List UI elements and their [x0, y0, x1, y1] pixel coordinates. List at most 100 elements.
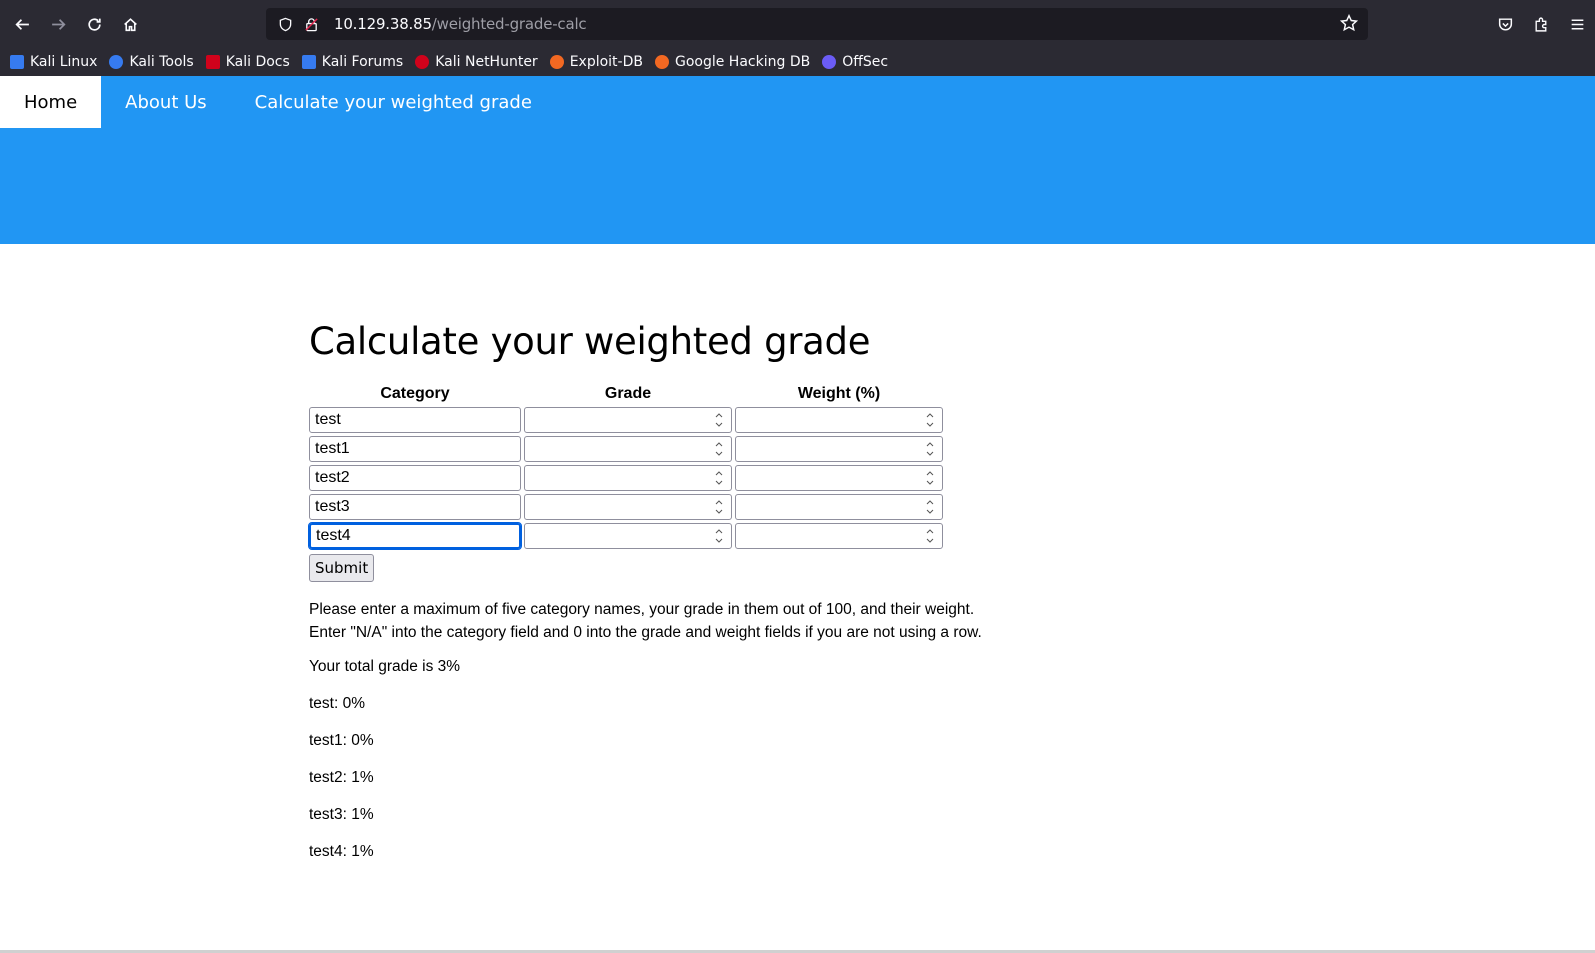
ghdb-icon [654, 55, 669, 69]
nav-about-us[interactable]: About Us [101, 76, 231, 128]
spinner-icon[interactable] [715, 499, 723, 515]
category-input[interactable]: test [309, 407, 521, 433]
nav-home[interactable]: Home [0, 76, 102, 128]
extensions-button[interactable] [1523, 6, 1559, 42]
puzzle-icon [1534, 17, 1546, 32]
form-row: test [309, 407, 943, 433]
weight-input[interactable] [735, 494, 943, 520]
browser-toolbar: 10.129.38.85/weighted-grade-calc [0, 0, 1595, 48]
reload-button[interactable] [76, 6, 112, 42]
back-button[interactable] [4, 6, 40, 42]
bookmark-kali-forums[interactable]: Kali Forums [301, 54, 404, 70]
bookmark-label: Google Hacking DB [674, 54, 811, 70]
kali-docs-icon [205, 55, 220, 69]
forward-button[interactable] [40, 6, 76, 42]
header-category: Category [380, 385, 450, 402]
help-line-2: Enter "N/A" into the category field and … [309, 624, 982, 641]
url-text[interactable]: 10.129.38.85/weighted-grade-calc [334, 15, 587, 33]
spinner-icon[interactable] [926, 499, 934, 515]
category-input[interactable]: test3 [309, 494, 521, 520]
weight-input[interactable] [735, 523, 943, 549]
hero-banner [0, 128, 1595, 244]
grade-input[interactable] [524, 494, 732, 520]
category-result: test3: 1% [309, 806, 374, 823]
spinner-icon[interactable] [926, 470, 934, 486]
category-result: test4: 1% [309, 843, 374, 860]
arrow-left-icon [14, 18, 29, 30]
weight-input[interactable] [735, 436, 943, 462]
bookmark-kali-nethunter[interactable]: Kali NetHunter [415, 54, 538, 70]
category-input[interactable]: test4 [308, 522, 522, 550]
bookmark-kali-tools[interactable]: Kali Tools [109, 54, 194, 70]
site-navbar: Home About Us Calculate your weighted gr… [0, 76, 1595, 128]
form-row: test1 [309, 436, 943, 462]
insecure-lock-icon[interactable] [302, 15, 320, 33]
spinner-icon[interactable] [715, 441, 723, 457]
category-result: test2: 1% [309, 769, 374, 786]
bookmark-offsec[interactable]: OffSec [822, 54, 888, 70]
arrow-right-icon [51, 18, 66, 30]
bookmark-label: Exploit-DB [569, 54, 643, 70]
weight-input[interactable] [735, 407, 943, 433]
nethunter-icon [415, 55, 430, 69]
total-grade: Your total grade is 3% [309, 658, 461, 675]
home-icon [123, 17, 137, 31]
spinner-icon[interactable] [926, 441, 934, 457]
pocket-icon [1498, 17, 1512, 31]
menu-button[interactable] [1559, 6, 1595, 42]
shield-icon[interactable] [276, 15, 294, 33]
spinner-icon[interactable] [926, 528, 934, 544]
bookmark-label: Kali Forums [321, 54, 404, 70]
spinner-icon[interactable] [715, 412, 723, 428]
bookmark-label: Kali Linux [30, 54, 98, 70]
help-text: Please enter a maximum of five category … [309, 598, 1009, 644]
header-grade: Grade [604, 385, 652, 402]
main-content: Calculate your weighted grade Category G… [306, 320, 1009, 866]
category-input[interactable]: test1 [309, 436, 521, 462]
pocket-button[interactable] [1487, 6, 1523, 42]
kali-dragon-icon [10, 55, 24, 69]
nav-calculate[interactable]: Calculate your weighted grade [231, 76, 556, 128]
spinner-icon[interactable] [715, 470, 723, 486]
submit-button[interactable]: Submit [309, 554, 375, 582]
bookmark-label: Kali Tools [129, 54, 194, 70]
kali-forums-icon [301, 55, 316, 69]
category-input[interactable]: test2 [309, 465, 521, 491]
url-bar[interactable]: 10.129.38.85/weighted-grade-calc [266, 8, 1368, 40]
bookmark-label: OffSec [842, 54, 889, 70]
form-row: test2 [309, 465, 943, 491]
bookmark-label: Kali NetHunter [435, 54, 538, 70]
header-weight: Weight (%) [797, 385, 881, 402]
kali-tools-icon [109, 55, 124, 69]
offsec-icon [822, 55, 837, 69]
hamburger-icon [1571, 18, 1583, 30]
home-button[interactable] [112, 6, 148, 42]
bookmark-kali-docs[interactable]: Kali Docs [205, 54, 290, 70]
bookmark-kali-linux[interactable]: Kali Linux [10, 54, 97, 70]
category-result: test1: 0% [309, 732, 374, 749]
form-row: test4 [308, 522, 943, 550]
browser-chrome: 10.129.38.85/weighted-grade-calc Kali Li… [0, 0, 1595, 76]
grade-form-table: Category Grade Weight (%) test test1 tes… [306, 381, 946, 552]
exploit-db-icon [549, 55, 564, 69]
grade-input[interactable] [524, 436, 732, 462]
grade-input[interactable] [524, 407, 732, 433]
page-title: Calculate your weighted grade [309, 320, 871, 363]
grade-input[interactable] [524, 523, 732, 549]
bookmarks-bar: Kali Linux Kali Tools Kali Docs Kali For… [0, 48, 1595, 76]
weight-input[interactable] [735, 465, 943, 491]
category-result: test: 0% [309, 695, 365, 712]
spinner-icon[interactable] [715, 528, 723, 544]
toolbar-right [1487, 6, 1595, 42]
bookmark-label: Kali Docs [225, 54, 290, 70]
form-row: test3 [309, 494, 943, 520]
url-path: /weighted-grade-calc [431, 15, 587, 33]
bookmark-exploit-db[interactable]: Exploit-DB [549, 54, 643, 70]
bookmark-google-hacking-db[interactable]: Google Hacking DB [654, 54, 811, 70]
help-line-1: Please enter a maximum of five category … [309, 601, 975, 618]
url-host: 10.129.38.85 [334, 15, 432, 33]
bookmark-star-icon[interactable] [1339, 13, 1359, 37]
reload-icon [87, 17, 101, 31]
spinner-icon[interactable] [926, 412, 934, 428]
grade-input[interactable] [524, 465, 732, 491]
